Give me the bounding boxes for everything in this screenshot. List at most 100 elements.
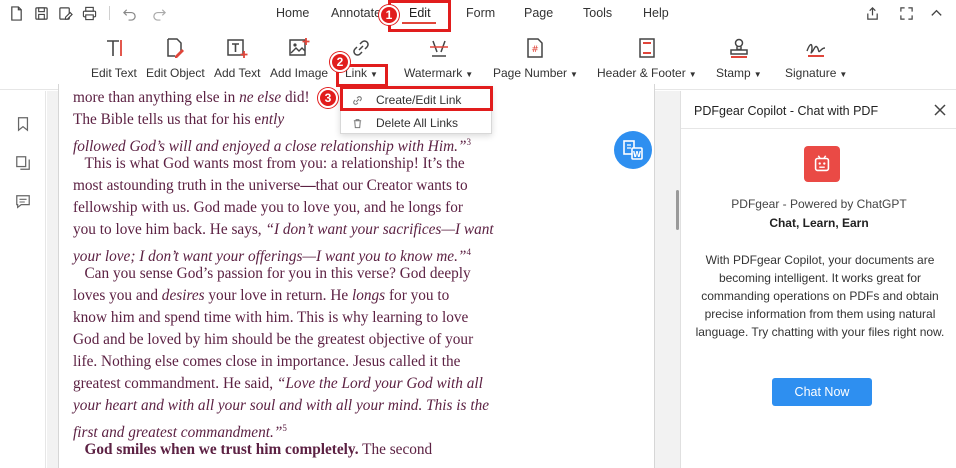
menu-page[interactable]: Page (524, 6, 553, 20)
chevron-down-icon: ▼ (839, 70, 848, 79)
page-number-icon: # (523, 36, 547, 60)
text-run: desires (161, 287, 205, 304)
tool-label: Signature ▼ (785, 66, 848, 80)
document-line: most astounding truth in the universe—th… (73, 175, 468, 197)
share-icon[interactable] (864, 5, 880, 21)
thumbnails-icon[interactable] (14, 154, 32, 172)
add-text-tool[interactable]: Add Text (214, 36, 260, 88)
text-run: for you to (385, 287, 450, 304)
tool-label: Add Image (270, 66, 329, 80)
save-as-icon[interactable] (57, 5, 73, 21)
text-run: The second (358, 441, 433, 458)
delete-all-links-label: Delete All Links (376, 116, 459, 130)
tool-label: Stamp ▼ (716, 66, 762, 80)
scrollbar-thumb[interactable] (676, 190, 679, 230)
tool-label: Header & Footer ▼ (597, 66, 697, 80)
text-run: “Love the Lord your God with all (276, 375, 483, 392)
edit-object-tool[interactable]: Edit Object (146, 36, 205, 88)
toolbar-separator (109, 6, 110, 20)
text-run: more than anything else in (73, 89, 240, 106)
print-icon[interactable] (81, 5, 97, 21)
stamp-icon (727, 36, 751, 60)
trash-icon (351, 117, 363, 129)
copilot-tagline: Chat, Learn, Earn (769, 216, 869, 230)
text-run: longs (351, 287, 386, 304)
text-run: 5 (282, 423, 287, 433)
edit-text-icon (102, 36, 126, 60)
tool-label: Page Number ▼ (493, 66, 578, 80)
bookmark-icon[interactable] (14, 115, 32, 133)
menu-annotate[interactable]: Annotate (331, 6, 381, 20)
chevron-down-icon: ▼ (465, 70, 474, 79)
document-line: life. Nothing else comes close in import… (73, 351, 460, 373)
header-footer-tool[interactable]: Header & Footer ▼ (597, 36, 697, 88)
document-line: God and be loved by him should be the gr… (73, 329, 473, 351)
chevron-down-icon: ▼ (753, 70, 762, 79)
convert-to-word-button[interactable]: W (614, 131, 652, 169)
menu-home[interactable]: Home (276, 6, 309, 20)
watermark-icon (427, 36, 451, 60)
chevron-down-icon: ▼ (688, 70, 697, 79)
step-badge: 2 (330, 52, 350, 72)
text-run: life. Nothing else comes close in import… (73, 353, 461, 370)
chat-now-button[interactable]: Chat Now (772, 378, 872, 406)
stamp-tool[interactable]: Stamp ▼ (716, 36, 762, 88)
text-run: The Bible tells us that for his e (73, 111, 262, 128)
text-run (73, 441, 84, 458)
file-icon[interactable] (8, 5, 24, 21)
text-run: — (300, 177, 316, 194)
menu-tools[interactable]: Tools (583, 6, 612, 20)
document-line: more than anything else in ne else did! (73, 87, 310, 109)
document-line: fellowship with us. God made you to love… (73, 197, 463, 219)
close-icon[interactable] (933, 103, 947, 117)
add-text-icon (225, 36, 249, 60)
text-run: fellowship with us. God made you to love… (73, 199, 464, 216)
link-icon (349, 36, 373, 60)
copilot-panel: PDFgear Copilot - Chat with PDF PDFgear … (680, 91, 956, 468)
text-run: ne else (239, 89, 282, 106)
document-line: know him and spend time with him. This i… (73, 307, 468, 329)
delete-all-links-item[interactable]: Delete All Links (341, 112, 491, 134)
comments-icon[interactable] (14, 193, 32, 211)
add-image-icon (287, 36, 311, 60)
text-run: This is what God wants most from you: a … (73, 155, 465, 172)
text-run: “I don’t want your sacrifices—I want (265, 221, 494, 238)
menu-form[interactable]: Form (466, 6, 495, 20)
pdfgear-logo-icon (804, 146, 840, 182)
redo-icon[interactable] (151, 5, 167, 21)
undo-icon[interactable] (121, 5, 137, 21)
fullscreen-icon[interactable] (898, 5, 914, 21)
page-number-tool[interactable]: # Page Number ▼ (493, 36, 578, 88)
edit-object-icon (163, 36, 187, 60)
tool-label: Add Text (214, 66, 261, 80)
text-run: God smiles when we trust him completely. (84, 441, 359, 458)
text-run: greatest commandment. He said, (73, 375, 277, 392)
document-line: your heart and with all your soul and wi… (73, 395, 489, 417)
text-run: your love in return. He (204, 287, 352, 304)
tool-label: Edit Text (91, 66, 137, 80)
text-run: Can you sense God’s passion for you in t… (73, 265, 471, 282)
create-link-highlight (340, 86, 493, 111)
add-image-tool[interactable]: Add Image (270, 36, 328, 88)
signature-tool[interactable]: Signature ▼ (785, 36, 847, 88)
text-run: loves you and (73, 287, 162, 304)
document-line: loves you and desires your love in retur… (73, 285, 449, 307)
tool-label: Edit Object (146, 66, 205, 80)
text-run: you to love him back. He says, (73, 221, 266, 238)
watermark-tool[interactable]: Watermark ▼ (404, 36, 473, 88)
tool-label: Watermark ▼ (404, 66, 474, 80)
save-icon[interactable] (33, 5, 49, 21)
document-line: greatest commandment. He said, “Love the… (73, 373, 483, 395)
copilot-powered-by: PDFgear - Powered by ChatGPT (731, 197, 907, 211)
document-line: The Bible tells us that for his ently (73, 109, 284, 131)
document-line: This is what God wants most from you: a … (73, 153, 465, 175)
edit-text-tool[interactable]: Edit Text (91, 36, 137, 88)
copilot-title: PDFgear Copilot - Chat with PDF (694, 104, 879, 118)
top-bar: Home Annotate Edit Form Page Tools Help (0, 0, 956, 26)
collapse-icon[interactable] (928, 5, 944, 21)
document-line: Can you sense God’s passion for you in t… (73, 263, 471, 285)
copilot-header: PDFgear Copilot - Chat with PDF (681, 91, 956, 129)
step-badge: 3 (318, 88, 338, 108)
signature-icon (804, 36, 828, 60)
menu-help[interactable]: Help (643, 6, 669, 20)
